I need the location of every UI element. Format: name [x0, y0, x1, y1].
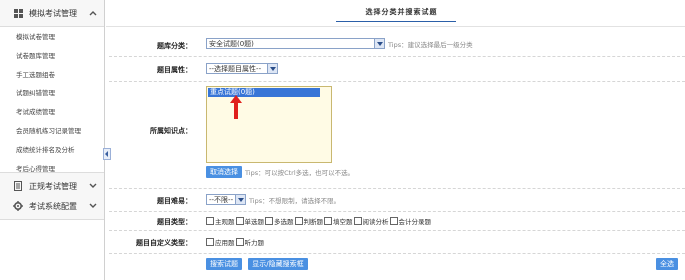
category-select-value: 安全试题(0题): [209, 39, 254, 48]
document-icon: [13, 181, 23, 191]
row-attribute: 题目属性： --选择题目属性--: [109, 57, 685, 82]
type-checkbox-judge[interactable]: 判断题: [294, 216, 324, 226]
difficulty-label: 题目难易：: [157, 197, 192, 205]
difficulty-select[interactable]: --不限--: [206, 194, 246, 205]
type-checkbox-fill[interactable]: 填空题: [324, 216, 353, 226]
sidebar-section-label: 考试系统配置: [29, 201, 77, 211]
checkbox[interactable]: [206, 238, 214, 246]
checkbox[interactable]: [324, 217, 332, 225]
chevron-down-icon[interactable]: [88, 201, 98, 211]
chevron-down-icon: [267, 64, 277, 73]
knowledge-tips: Tips：可以按Ctrl多选，也可以不选。: [245, 169, 355, 177]
checkbox[interactable]: [265, 217, 273, 225]
checkbox[interactable]: [389, 217, 398, 225]
category-select[interactable]: 安全试题(0题): [206, 38, 385, 49]
type-checkbox-multiple[interactable]: 多选题: [265, 216, 294, 226]
annotation-arrow-icon: [230, 95, 242, 119]
sidebar-section-mock-exam[interactable]: 模拟考试管理: [0, 0, 104, 27]
select-all-button[interactable]: 全选: [656, 258, 678, 270]
checkbox[interactable]: [235, 217, 244, 225]
type-checkbox-subjective[interactable]: 主观题: [206, 216, 235, 226]
page-title: 选择分类并搜索试题: [365, 8, 438, 16]
sidebar-section-system-config[interactable]: 考试系统配置: [0, 193, 104, 220]
chevron-down-icon: [374, 39, 384, 48]
attribute-label: 题目属性：: [157, 66, 192, 74]
sidebar-item-practice-records[interactable]: 会员随机练习记录管理: [0, 122, 104, 141]
checkbox-label: 判断题: [303, 218, 324, 226]
sidebar-section-label: 模拟考试管理: [29, 8, 77, 18]
checkbox[interactable]: [235, 238, 244, 246]
search-button[interactable]: 搜索试题: [206, 258, 242, 270]
checkbox-label: 应用题: [215, 239, 235, 247]
checkbox[interactable]: [206, 217, 214, 225]
attribute-select-value: --选择题目属性--: [209, 64, 262, 73]
checkbox[interactable]: [353, 217, 362, 225]
sidebar-item-error-correction[interactable]: 试题纠错管理: [0, 84, 104, 103]
search-form: 题库分类： 安全试题(0题) Tips：建议选择最后一级分类 题目属性： --选…: [109, 33, 685, 274]
type-label: 题目类型：: [157, 218, 192, 226]
sidebar: 模拟考试管理 模拟试卷管理 试卷题库管理 手工选题组卷 试题纠错管理 考试成绩管…: [0, 0, 105, 280]
type-checkbox-single[interactable]: 单选题: [235, 216, 265, 226]
row-actions: 搜索试题 显示/隐藏搜索框 全选: [109, 254, 685, 274]
chevron-down-icon: [235, 195, 245, 204]
knowledge-label: 所属知识点：: [150, 127, 192, 135]
row-custom-type: 题目自定义类型： 应用题 听力题: [109, 231, 685, 254]
grid-icon: [13, 8, 23, 18]
knowledge-option[interactable]: 重点试题(0题): [208, 88, 320, 97]
checkbox-label: 填空题: [333, 218, 353, 226]
row-difficulty: 题目难易： --不限-- Tips：不想限制，请选择不限。: [109, 189, 685, 212]
title-underline: [336, 21, 456, 22]
sidebar-item-ranking[interactable]: 成绩统计排名及分析: [0, 141, 104, 160]
row-type: 题目类型： 主观题 单选题 多选题 判断题 填空题 阅读分析 会计分录题: [109, 212, 685, 231]
custom-type-checkbox-application[interactable]: 应用题: [206, 237, 235, 247]
custom-type-checkbox-listening[interactable]: 听力题: [235, 237, 265, 247]
row-category: 题库分类： 安全试题(0题) Tips：建议选择最后一级分类: [109, 33, 685, 57]
difficulty-tips: Tips：不想限制，请选择不限。: [249, 196, 341, 205]
difficulty-select-value: --不限--: [209, 195, 234, 204]
chevron-up-icon[interactable]: [88, 8, 98, 18]
row-knowledge: 所属知识点： 重点试题(0题) 取消选择 Tips：可以按Ctrl多选，也可以不…: [109, 82, 685, 189]
sidebar-section-label: 正规考试管理: [29, 181, 77, 191]
knowledge-listbox[interactable]: 重点试题(0题): [206, 86, 332, 163]
sidebar-item-scores[interactable]: 考试成绩管理: [0, 103, 104, 122]
checkbox-label: 主观题: [215, 218, 235, 226]
type-checkbox-reading[interactable]: 阅读分析: [353, 216, 389, 226]
gear-icon: [13, 201, 23, 211]
category-tips: Tips：建议选择最后一级分类: [388, 40, 473, 49]
checkbox-label: 单选题: [244, 218, 265, 226]
sidebar-item-question-bank[interactable]: 试卷题库管理: [0, 47, 104, 66]
checkbox-label: 听力题: [244, 239, 265, 247]
cancel-selection-button[interactable]: 取消选择: [206, 166, 242, 178]
type-checkbox-accounting[interactable]: 会计分录题: [389, 216, 432, 226]
custom-type-label: 题目自定义类型：: [136, 239, 192, 247]
sidebar-item-mock-papers[interactable]: 模拟试卷管理: [0, 28, 104, 47]
chevron-down-icon[interactable]: [88, 181, 98, 191]
main-panel: 选择分类并搜索试题 题库分类： 安全试题(0题) Tips：建议选择最后一级分类…: [106, 0, 685, 280]
header-bar: 选择分类并搜索试题: [106, 0, 685, 27]
attribute-select[interactable]: --选择题目属性--: [206, 63, 278, 74]
checkbox-label: 会计分录题: [398, 218, 432, 226]
toggle-search-button[interactable]: 显示/隐藏搜索框: [248, 258, 308, 270]
category-label: 题库分类：: [157, 42, 192, 50]
checkbox[interactable]: [294, 217, 303, 225]
checkbox-label: 阅读分析: [362, 218, 389, 226]
checkbox-label: 多选题: [274, 218, 294, 226]
sidebar-item-manual-compose[interactable]: 手工选题组卷: [0, 66, 104, 85]
